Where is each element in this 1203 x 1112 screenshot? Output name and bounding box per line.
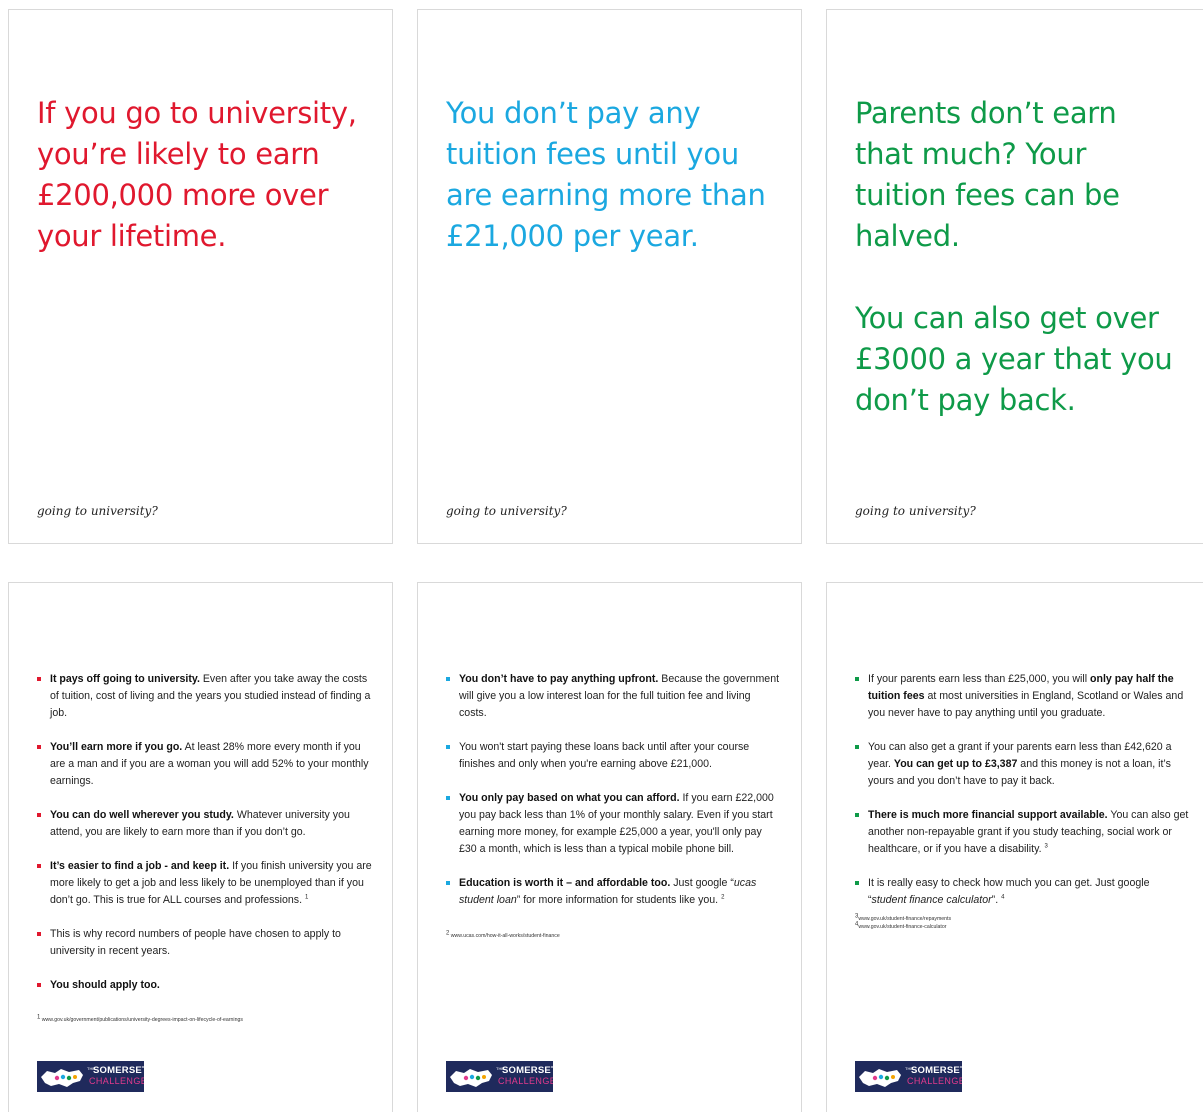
headline-line: £200,000 more over — [37, 178, 329, 212]
headline-line: you’re likely to earn — [37, 137, 320, 171]
somerset-challenge-logo: THE SOMERSET CHALLENGE — [855, 1061, 962, 1092]
footnote-link[interactable]: www.gov.uk/student-finance-calculator — [858, 924, 946, 930]
list-item: You only pay based on what you can affor… — [446, 790, 781, 858]
bullet-square-icon — [446, 677, 450, 681]
list-item: You don’t have to pay anything upfront. … — [446, 671, 781, 722]
info-sheet-grants: If your parents earn less than £25,000, … — [826, 582, 1203, 1112]
logo-name: SOMERSET — [93, 1065, 144, 1076]
bullet-square-icon — [446, 881, 450, 885]
poster-earnings: If you go to university, you’re likely t… — [8, 9, 393, 544]
headline-line: are earning more than — [446, 178, 766, 212]
poster-parents-income: Parents don’t earn that much? Your tuiti… — [826, 9, 1203, 544]
logo-sub: CHALLENGE — [498, 1076, 553, 1086]
footnote-marker: 4 — [1001, 894, 1005, 901]
list-item: It’s easier to find a job - and keep it.… — [37, 858, 372, 909]
info-sheet-earnings: It pays off going to university. Even af… — [8, 582, 393, 1112]
bullet-list: You don’t have to pay anything upfront. … — [446, 671, 781, 911]
footnote: 3www.gov.uk/student-finance/repayments 4… — [855, 913, 952, 930]
poster-tagline: going to university? — [855, 504, 976, 518]
bullet-square-icon — [446, 796, 450, 800]
bullet-square-icon — [37, 864, 41, 868]
bullet-square-icon — [37, 677, 41, 681]
headline-line: tuition fees until you — [446, 137, 739, 171]
headline-line: Parents don’t earn — [855, 96, 1117, 130]
poster-headline: You don’t pay any tuition fees until you… — [446, 93, 791, 257]
somerset-challenge-logo: THE SOMERSET CHALLENGE — [446, 1061, 553, 1092]
footnote: 2 www.ucas.com/how-it-all-works/student-… — [446, 930, 560, 939]
list-item: You should apply too. — [37, 977, 372, 994]
list-item: If your parents earn less than £25,000, … — [855, 671, 1190, 722]
footnote-link[interactable]: www.ucas.com/how-it-all-works/student-fi… — [451, 933, 560, 939]
bullet-square-icon — [855, 745, 859, 749]
bullet-list: If your parents earn less than £25,000, … — [855, 671, 1190, 911]
list-item: There is much more financial support ava… — [855, 807, 1190, 858]
poster-headline: If you go to university, you’re likely t… — [37, 93, 382, 257]
poster-tagline: going to university? — [37, 504, 158, 518]
footnote-marker: 3 — [1044, 843, 1048, 850]
headline-line: that much? Your — [855, 137, 1087, 171]
list-item: Education is worth it – and affordable t… — [446, 875, 781, 909]
bullet-square-icon — [855, 881, 859, 885]
headline-line: £21,000 per year. — [446, 219, 699, 253]
logo-name: SOMERSET — [502, 1065, 553, 1076]
list-item: You won't start paying these loans back … — [446, 739, 781, 773]
bullet-square-icon — [855, 813, 859, 817]
bullet-square-icon — [37, 983, 41, 987]
logo-name: SOMERSET — [911, 1065, 962, 1076]
bullet-square-icon — [37, 932, 41, 936]
list-item: You’ll earn more if you go. At least 28%… — [37, 739, 372, 790]
headline-line: If you go to university, — [37, 96, 357, 130]
headline-line: You don’t pay any — [446, 96, 701, 130]
footnote-link[interactable]: www.gov.uk/government/publications/unive… — [42, 1017, 243, 1023]
bullet-square-icon — [446, 745, 450, 749]
footnote-link[interactable]: www.gov.uk/student-finance/repayments — [858, 916, 951, 922]
footnote-marker: 1 — [305, 894, 309, 901]
list-item: This is why record numbers of people hav… — [37, 926, 372, 960]
info-sheet-loans: You don’t have to pay anything upfront. … — [417, 582, 802, 1112]
bullet-square-icon — [37, 813, 41, 817]
footnote: 1 www.gov.uk/government/publications/uni… — [37, 1014, 243, 1023]
footnote-marker: 2 — [721, 894, 725, 901]
list-item: You can also get a grant if your parents… — [855, 739, 1190, 790]
bullet-square-icon — [855, 677, 859, 681]
logo-sub: CHALLENGE — [907, 1076, 962, 1086]
list-item: It pays off going to university. Even af… — [37, 671, 372, 722]
headline-line: your lifetime. — [37, 219, 227, 253]
list-item: You can do well wherever you study. What… — [37, 807, 372, 841]
headline-line: You can also get over — [855, 301, 1159, 335]
somerset-challenge-logo: THE SOMERSET CHALLENGE — [37, 1061, 144, 1092]
headline-line: halved. — [855, 219, 960, 253]
bullet-list: It pays off going to university. Even af… — [37, 671, 372, 1011]
poster-headline: Parents don’t earn that much? Your tuiti… — [855, 93, 1200, 421]
poster-tagline: going to university? — [446, 504, 567, 518]
poster-tuition-fees: You don’t pay any tuition fees until you… — [417, 9, 802, 544]
list-item: It is really easy to check how much you … — [855, 875, 1190, 909]
logo-sub: CHALLENGE — [89, 1076, 144, 1086]
headline-line: don’t pay back. — [855, 383, 1076, 417]
bullet-square-icon — [37, 745, 41, 749]
headline-line: £3000 a year that you — [855, 342, 1173, 376]
headline-line: tuition fees can be — [855, 178, 1120, 212]
